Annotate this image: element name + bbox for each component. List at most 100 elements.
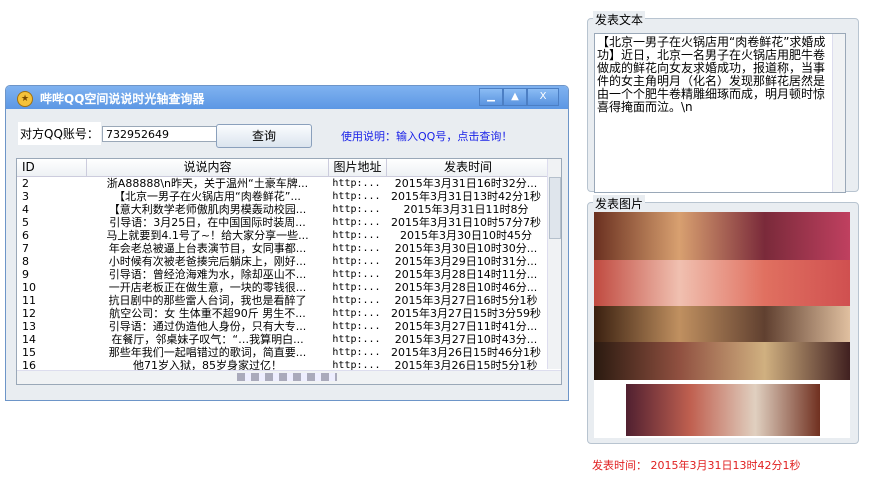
post-image-title: 发表图片 — [593, 195, 646, 212]
cell-content: 浙A88888\n昨天，关于温州“土豪车牌... — [106, 177, 309, 190]
cell-image-url: http:... — [332, 230, 381, 241]
post-image-group: 发表图片 — [587, 195, 859, 444]
table-row[interactable]: 2 浙A88888\n昨天，关于温州“土豪车牌... http:... 2015年3月… — [17, 177, 561, 190]
col-id[interactable]: ID — [17, 159, 87, 176]
cell-content: 引导语：3月25日，在中国国际时装周... — [109, 216, 306, 229]
query-button[interactable]: 查询 — [216, 124, 312, 148]
cell-id: 13 — [22, 320, 36, 333]
cell-content: 一开店老板正在做生意，一块的零钱很... — [108, 281, 307, 294]
cell-image-url: http:... — [332, 178, 381, 189]
maximize-button[interactable]: ▲ — [503, 88, 527, 106]
table-row[interactable]: 7 年会老总被逼上台表演节目，女同事都... http:... 2015年3月30日1… — [17, 242, 561, 255]
cell-content: 年会老总被逼上台表演节目，女同事都... — [108, 242, 307, 255]
cell-id: 5 — [22, 216, 29, 229]
cell-id: 7 — [22, 242, 29, 255]
cell-id: 11 — [22, 294, 36, 307]
horizontal-scrollbar[interactable] — [17, 370, 561, 384]
cell-image-url: http:... — [332, 191, 381, 202]
post-time-label: 发表时间： — [592, 459, 647, 472]
cell-time: 2015年3月31日10时57分7秒 — [391, 216, 541, 229]
cell-image-url: http:... — [332, 308, 381, 319]
app-star-icon: ★ — [17, 91, 33, 107]
cell-content: 抗日剧中的那些雷人台词，我也是看醉了 — [108, 294, 307, 307]
cell-time: 2015年3月30日10时45分 — [400, 229, 532, 242]
minimize-button[interactable]: ▁ — [479, 88, 503, 106]
photo-panel — [594, 260, 850, 306]
post-time-footer: 发表时间： 2015年3月31日13时42分1秒 — [592, 457, 800, 473]
usage-help-text: 使用说明：输入QQ号，点击查询！ — [341, 130, 513, 143]
cell-id: 6 — [22, 229, 29, 242]
cell-time: 2015年3月30日10时30分... — [394, 242, 538, 255]
table-row[interactable]: 6 马上就要到4.1号了~！给大家分享一些... http:... 2015年3月30… — [17, 229, 561, 242]
cell-time: 2015年3月27日11时41分... — [394, 320, 538, 333]
table-row[interactable]: 13 引导语：通过伪造他人身份，只有大专... http:... 2015年3月27日… — [17, 320, 561, 333]
cell-id: 12 — [22, 307, 36, 320]
cell-time: 2015年3月31日13时42分1秒 — [391, 190, 541, 203]
close-button[interactable]: X — [527, 88, 559, 106]
cell-id: 10 — [22, 281, 36, 294]
cell-image-url: http:... — [332, 204, 381, 215]
cell-id: 3 — [22, 190, 29, 203]
table-row[interactable]: 4 【意大利数学老师傲肌肉男模轰动校园... http:... 2015年3月31日1… — [17, 203, 561, 216]
cell-image-url: http:... — [332, 269, 381, 280]
table-row[interactable]: 12 航空公司：女 生体重不超90斤 男生不... http:... 2015年3月2… — [17, 307, 561, 320]
scroll-thumb[interactable] — [549, 177, 561, 239]
photo-panel — [626, 384, 820, 436]
cell-content: 在餐厅，邻桌妹子叹气：“…我算明白... — [111, 333, 304, 346]
posts-list[interactable]: ID 说说内容 图片地址 发表时间 2 浙A88888\n昨天，关于温州“土豪车牌… — [16, 158, 562, 385]
cell-time: 2015年3月26日15时46分1秒 — [391, 346, 541, 359]
list-rows: 2 浙A88888\n昨天，关于温州“土豪车牌... http:... 2015年3月… — [17, 177, 561, 372]
cell-id: 4 — [22, 203, 29, 216]
table-row[interactable]: 3 【北京一男子在火锅店用“肉卷鲜花”... http:... 2015年3月31日1… — [17, 190, 561, 203]
cell-content: 【北京一男子在火锅店用“肉卷鲜花”... — [114, 190, 301, 203]
col-image-url[interactable]: 图片地址 — [329, 159, 387, 176]
post-text-area[interactable]: 【北京一男子在火锅店用“肉卷鲜花”求婚成功】近日，北京一名男子在火锅店用肥牛卷做… — [594, 33, 846, 193]
cell-id: 2 — [22, 177, 29, 190]
cell-content: 引导语：曾经沧海难为水，除却巫山不... — [108, 268, 307, 281]
cell-time: 2015年3月31日16时32分... — [394, 177, 538, 190]
cell-content: 引导语：通过伪造他人身份，只有大专... — [108, 320, 307, 333]
table-row[interactable]: 5 引导语：3月25日，在中国国际时装周... http:... 2015年3月31日… — [17, 216, 561, 229]
photo-panel — [594, 212, 850, 260]
title-bar[interactable]: ★ 哔哔QQ空间说说时光轴查询器 ▁ ▲ X — [6, 86, 568, 109]
vertical-scrollbar[interactable] — [547, 159, 561, 369]
scroll-thumb[interactable] — [237, 373, 337, 381]
list-header: ID 说说内容 图片地址 发表时间 — [17, 159, 561, 177]
table-row[interactable]: 15 那些年我们一起唱错过的歌词，简直要... http:... 2015年3月26日… — [17, 346, 561, 359]
cell-image-url: http:... — [332, 256, 381, 267]
post-text-content: 【北京一男子在火锅店用“肉卷鲜花”求婚成功】近日，北京一名男子在火锅店用肥牛卷做… — [597, 35, 826, 114]
photo-panel — [594, 306, 850, 342]
table-row[interactable]: 8 小时候有次被老爸揍完后躺床上，刚好... http:... 2015年3月29日1… — [17, 255, 561, 268]
cell-time: 2015年3月27日10时43分... — [394, 333, 538, 346]
cell-image-url: http:... — [332, 347, 381, 358]
col-time[interactable]: 发表时间 — [387, 159, 550, 176]
cell-image-url: http:... — [332, 243, 381, 254]
post-text-group: 发表文本 【北京一男子在火锅店用“肉卷鲜花”求婚成功】近日，北京一名男子在火锅店… — [587, 11, 859, 193]
table-row[interactable]: 10 一开店老板正在做生意，一块的零钱很... http:... 2015年3月28日… — [17, 281, 561, 294]
cell-id: 15 — [22, 346, 36, 359]
post-time-value: 2015年3月31日13时42分1秒 — [650, 459, 801, 472]
window-title: 哔哔QQ空间说说时光轴查询器 — [40, 92, 205, 106]
cell-content: 小时候有次被老爸揍完后躺床上，刚好... — [108, 255, 307, 268]
post-text-title: 发表文本 — [593, 11, 646, 28]
cell-image-url: http:... — [332, 282, 381, 293]
cell-time: 2015年3月29日10时31分... — [394, 255, 538, 268]
cell-time: 2015年3月31日11时8分 — [403, 203, 529, 216]
cell-image-url: http:... — [332, 321, 381, 332]
table-row[interactable]: 14 在餐厅，邻桌妹子叹气：“…我算明白... http:... 2015年3月27日… — [17, 333, 561, 346]
cell-content: 【意大利数学老师傲肌肉男模轰动校园... — [108, 203, 307, 216]
post-image — [594, 212, 850, 438]
cell-content: 那些年我们一起唱错过的歌词，简直要... — [108, 346, 307, 359]
cell-content: 航空公司：女 生体重不超90斤 男生不... — [109, 307, 306, 320]
table-row[interactable]: 9 引导语：曾经沧海难为水，除却巫山不... http:... 2015年3月28日1… — [17, 268, 561, 281]
qq-account-input[interactable]: 732952649 — [102, 126, 217, 142]
cell-image-url: http:... — [332, 217, 381, 228]
table-row[interactable]: 11 抗日剧中的那些雷人台词，我也是看醉了 http:... 2015年3月27日16… — [17, 294, 561, 307]
cell-id: 8 — [22, 255, 29, 268]
cell-id: 9 — [22, 268, 29, 281]
main-window: ★ 哔哔QQ空间说说时光轴查询器 ▁ ▲ X 对方QQ账号： 732952649… — [5, 85, 569, 401]
text-scrollbar[interactable] — [832, 34, 845, 192]
photo-panel — [594, 342, 850, 380]
col-content[interactable]: 说说内容 — [87, 159, 329, 176]
cell-time: 2015年3月28日10时46分... — [394, 281, 538, 294]
